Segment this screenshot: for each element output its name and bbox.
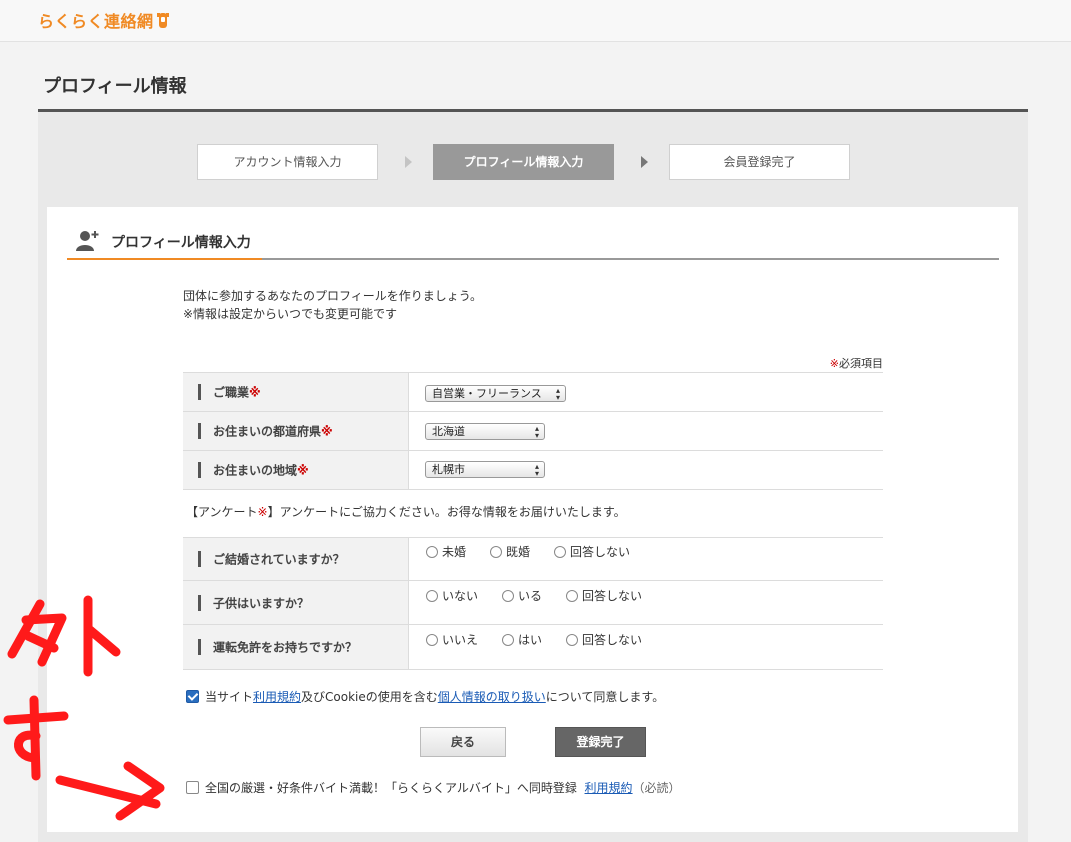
site-logo[interactable]: らくらく連絡網 (38, 8, 170, 32)
section-title: プロフィール情報入力 (111, 235, 251, 251)
radio-circle-icon (566, 634, 578, 646)
radio-married-no-answer[interactable]: 回答しない (554, 543, 630, 560)
radio-unmarried[interactable]: 未婚 (426, 543, 466, 560)
terms-link[interactable]: 利用規約 (253, 690, 301, 704)
top-bar: らくらく連絡網 (0, 0, 1071, 42)
section-divider-accent (67, 258, 262, 260)
step-registration-complete: 会員登録完了 (669, 144, 850, 180)
field-label-prefecture: お住まいの都道府県※ (213, 424, 333, 439)
occupation-select[interactable]: 自営業・フリーランス ▴ ▾ (425, 385, 566, 402)
question-label-license: 運転免許をお持ちですか？ (213, 640, 358, 655)
radio-circle-icon (490, 546, 502, 558)
user-add-icon (76, 231, 99, 251)
radio-circle-icon (426, 546, 438, 558)
privacy-policy-link[interactable]: 個人情報の取り扱い (438, 690, 546, 704)
question-label-children: 子供はいますか？ (213, 596, 310, 610)
field-row-area: お住まいの地域※ 札幌市 ▴ ▾ (183, 451, 883, 490)
step-account-info: アカウント情報入力 (197, 144, 378, 180)
handwritten-annotation (3, 595, 165, 821)
question-label-married: ご結婚されていますか？ (213, 552, 345, 567)
radio-children-no-answer[interactable]: 回答しない (566, 587, 642, 604)
prefecture-select[interactable]: 北海道 ▴ ▾ (425, 423, 545, 440)
field-label-area: お住まいの地域※ (213, 463, 309, 478)
agreement-row: 当サイト利用規約及びCookieの使用を含む個人情報の取り扱いについて同意します… (186, 688, 664, 705)
intro-text: 団体に参加するあなたのプロフィールを作りましょう。 (183, 289, 483, 303)
radio-circle-icon (566, 590, 578, 602)
radio-circle-icon (502, 590, 514, 602)
back-button[interactable]: 戻る (420, 727, 506, 757)
select-arrows-icon: ▴ ▾ (555, 386, 560, 402)
complete-registration-button[interactable]: 登録完了 (555, 727, 646, 757)
page-title: プロフィール情報 (43, 76, 187, 97)
required-mark: ※ (829, 357, 839, 370)
field-row-occupation: ご職業※ 自営業・フリーランス ▴ ▾ (183, 372, 883, 412)
radio-circle-icon (426, 634, 438, 646)
radio-has-children[interactable]: いる (502, 587, 542, 604)
survey-intro: 【アンケート※】アンケートにご協力ください。お得な情報をお届けいたします。 (186, 505, 626, 519)
required-fields-note: ※必須項目 (830, 355, 883, 371)
radio-no-children[interactable]: いない (426, 587, 478, 604)
field-row-prefecture: お住まいの都道府県※ 北海道 ▴ ▾ (183, 412, 883, 451)
step-profile-info-active: プロフィール情報入力 (433, 144, 614, 180)
radio-circle-icon (502, 634, 514, 646)
radio-circle-icon (554, 546, 566, 558)
arbeit-signup-row: 全国の厳選・好条件バイト満載！「らくらくアルバイト」へ同時登録 利用規約（必読） (186, 779, 681, 796)
required-label: 必須項目 (839, 357, 883, 370)
select-arrows-icon: ▴ ▾ (534, 462, 539, 478)
radio-circle-icon (426, 590, 438, 602)
radio-married[interactable]: 既婚 (490, 543, 530, 560)
logo-text: らくらく連絡網 (38, 12, 154, 31)
radio-has-license[interactable]: はい (502, 631, 542, 648)
intro-note: ※情報は設定からいつでも変更可能です (183, 307, 398, 321)
step-arrow-1 (405, 156, 412, 168)
mascot-icon (156, 13, 169, 28)
arbeit-terms-link[interactable]: 利用規約 (585, 781, 633, 795)
step-arrow-2 (641, 156, 648, 168)
field-label-occupation: ご職業※ (213, 385, 261, 400)
question-row-married: ご結婚されていますか？ (183, 537, 883, 581)
area-select[interactable]: 札幌市 ▴ ▾ (425, 461, 545, 478)
radio-no-license[interactable]: いいえ (426, 631, 478, 648)
radio-license-no-answer[interactable]: 回答しない (566, 631, 642, 648)
select-arrows-icon: ▴ ▾ (534, 424, 539, 440)
